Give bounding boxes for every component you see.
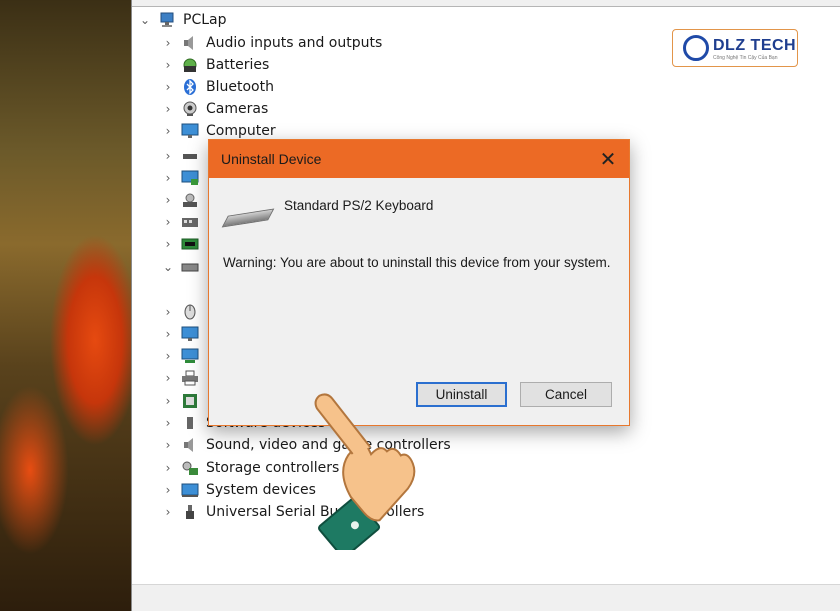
close-icon[interactable]: ✕ (587, 140, 629, 178)
chevron-right-icon[interactable]: › (160, 305, 176, 319)
system-icon (181, 482, 199, 498)
keyboard-icon (221, 208, 275, 228)
tree-item[interactable]: › (160, 390, 206, 412)
software-icon (181, 415, 199, 431)
keyboard-icon (181, 259, 199, 275)
usb-icon (181, 504, 199, 520)
display-adapter-icon (181, 170, 199, 186)
processor-icon (181, 393, 199, 409)
tree-item-label: Cameras (206, 101, 269, 117)
speaker-icon (181, 35, 199, 51)
chevron-right-icon[interactable]: › (160, 102, 176, 116)
tree-item[interactable]: › Audio inputs and outputs (160, 32, 383, 54)
computer-icon (158, 12, 176, 28)
camera-icon (181, 101, 199, 117)
storage-icon (181, 460, 199, 476)
battery-icon (181, 57, 199, 73)
monitor-icon (181, 123, 199, 139)
bluetooth-icon (181, 79, 199, 95)
chevron-right-icon[interactable]: › (160, 327, 176, 341)
uninstall-device-dialog: Uninstall Device ✕ Standard PS/2 Keyboar… (208, 139, 630, 426)
chevron-right-icon[interactable]: › (160, 215, 176, 229)
chevron-down-icon[interactable]: ⌄ (160, 260, 176, 274)
tree-item[interactable]: › (160, 323, 206, 345)
dialog-title: Uninstall Device (221, 151, 322, 167)
chevron-right-icon[interactable]: › (160, 394, 176, 408)
chevron-right-icon[interactable]: › (160, 124, 176, 138)
ide-controller-icon (181, 236, 199, 252)
chevron-right-icon[interactable]: › (160, 483, 176, 497)
tree-item-label: Audio inputs and outputs (206, 35, 383, 51)
tree-item[interactable]: › Cameras (160, 98, 269, 120)
window-status-bar (132, 584, 840, 611)
print-queue-icon (181, 370, 199, 386)
network-icon (181, 348, 199, 364)
dlz-tech-logo: DLZ TECH Công Nghệ Tin Cậy Của Bạn (672, 29, 798, 67)
chevron-right-icon[interactable]: › (160, 349, 176, 363)
tree-item[interactable]: › (160, 145, 206, 167)
chevron-right-icon[interactable]: › (160, 171, 176, 185)
logo-name: DLZ TECH (713, 37, 797, 54)
dvd-drive-icon (181, 192, 199, 208)
chevron-right-icon[interactable]: › (160, 80, 176, 94)
tree-item[interactable]: › (160, 233, 206, 255)
chevron-right-icon[interactable]: › (160, 36, 176, 50)
tree-item-label: Computer (206, 123, 276, 139)
tree-item[interactable]: › (160, 189, 206, 211)
chevron-down-icon[interactable]: ⌄ (137, 13, 153, 27)
tree-item-label: Bluetooth (206, 79, 274, 95)
chevron-right-icon[interactable]: › (160, 193, 176, 207)
hid-icon (181, 214, 199, 230)
tree-root[interactable]: ⌄ PCLap (137, 9, 227, 31)
mouse-icon (181, 304, 199, 320)
logo-mark-icon (683, 35, 709, 61)
chevron-right-icon[interactable]: › (160, 505, 176, 519)
chevron-right-icon[interactable]: › (160, 438, 176, 452)
device-name: Standard PS/2 Keyboard (284, 198, 434, 213)
desktop-wallpaper (0, 0, 131, 611)
chevron-right-icon[interactable]: › (160, 237, 176, 251)
warning-text: Warning: You are about to uninstall this… (223, 255, 611, 270)
index-finger (314, 393, 372, 455)
sound-icon (181, 437, 199, 453)
tree-item[interactable]: › (160, 211, 206, 233)
tree-item[interactable]: › (160, 345, 206, 367)
monitor-icon (181, 326, 199, 342)
tree-item[interactable]: › Bluetooth (160, 76, 274, 98)
cancel-button[interactable]: Cancel (520, 382, 612, 407)
chevron-right-icon[interactable]: › (160, 149, 176, 163)
chevron-right-icon[interactable]: › (160, 371, 176, 385)
tree-item[interactable]: › (160, 367, 206, 389)
tree-root-label: PCLap (183, 12, 227, 28)
tree-item[interactable]: › Batteries (160, 54, 270, 76)
tree-item-expanded[interactable]: ⌄ (160, 256, 206, 278)
disk-drive-icon (181, 148, 199, 164)
window-top-bar (132, 0, 840, 7)
chevron-right-icon[interactable]: › (160, 58, 176, 72)
chevron-right-icon[interactable]: › (160, 416, 176, 430)
logo-tagline: Công Nghệ Tin Cậy Của Bạn (713, 55, 778, 61)
tree-item-label: Batteries (206, 57, 270, 73)
tree-item[interactable]: › (160, 301, 206, 323)
pointing-hand-icon (314, 393, 416, 550)
chevron-right-icon[interactable]: › (160, 461, 176, 475)
tree-item[interactable]: › (160, 167, 206, 189)
dialog-title-bar[interactable]: Uninstall Device ✕ (209, 140, 629, 178)
